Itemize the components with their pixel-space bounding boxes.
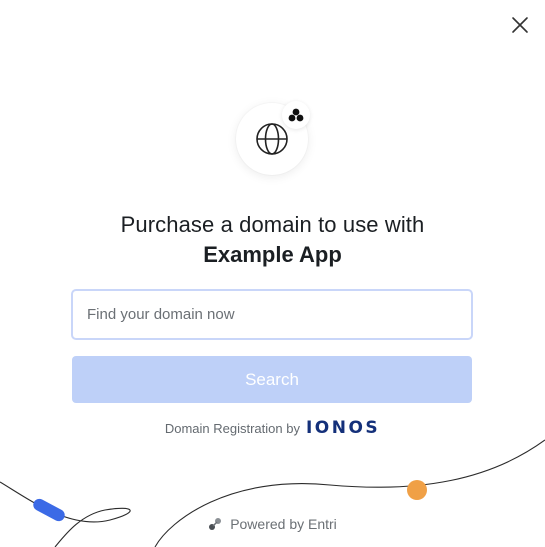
close-icon	[512, 17, 528, 33]
powered-by-label: Powered by Entri	[230, 516, 337, 532]
decorative-background-curves	[0, 439, 545, 547]
powered-by-footer[interactable]: Powered by Entri	[0, 516, 545, 532]
registration-prefix: Domain Registration by	[164, 420, 300, 436]
purchase-domain-dialog: Purchase a domain to use with Example Ap…	[0, 0, 545, 547]
entri-logo-icon	[209, 518, 222, 530]
app-cluster-icon	[288, 108, 304, 122]
globe-icon	[256, 123, 288, 155]
close-button[interactable]	[508, 13, 532, 37]
dialog-title: Purchase a domain to use with	[120, 212, 425, 237]
app-name: Example App	[203, 242, 342, 267]
domain-search-input[interactable]	[71, 289, 473, 340]
domain-registration-credit: Domain Registration by IONOS	[0, 418, 545, 438]
app-badge	[282, 101, 310, 129]
orange-dot-shape	[407, 480, 427, 500]
ionos-logo: IONOS	[305, 418, 381, 438]
search-button[interactable]: Search	[72, 356, 472, 403]
